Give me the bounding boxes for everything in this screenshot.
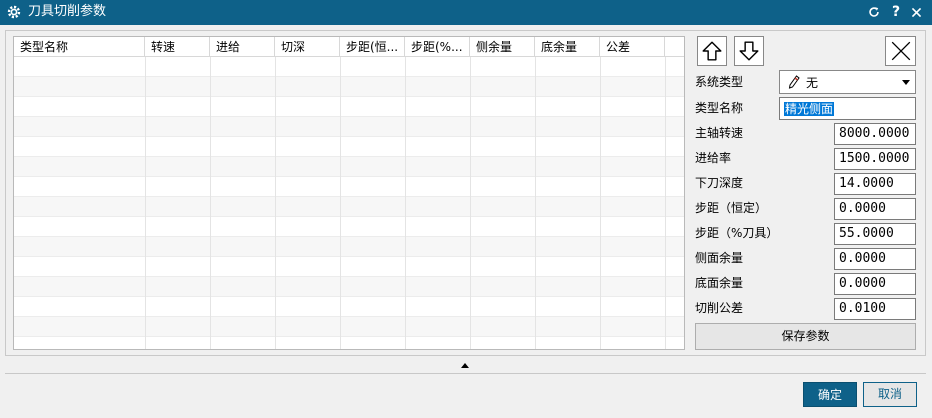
- column-divider: [600, 57, 601, 349]
- side-allowance-input[interactable]: 0.0000: [834, 248, 916, 270]
- system-type-select[interactable]: 无: [779, 70, 916, 94]
- delete-button[interactable]: [885, 36, 916, 66]
- table-row[interactable]: [14, 297, 684, 317]
- spindle-speed-label: 主轴转速: [695, 126, 744, 140]
- column-header[interactable]: 步距(恒...: [340, 37, 405, 57]
- cancel-button[interactable]: 取消: [863, 382, 917, 407]
- bottom-allowance-input[interactable]: 0.0000: [834, 273, 916, 295]
- column-divider: [405, 57, 406, 349]
- column-header[interactable]: 底余量: [535, 37, 600, 57]
- divider: [5, 373, 926, 374]
- table-row[interactable]: [14, 137, 684, 157]
- column-header[interactable]: 侧余量: [470, 37, 535, 57]
- table-header: 类型名称 转速 进给 切深 步距(恒... 步距(%... 侧余量 底余量 公差: [14, 37, 684, 57]
- window-title: 刀具切削参数: [28, 4, 107, 19]
- column-header[interactable]: 公差: [600, 37, 665, 57]
- system-type-value: 无: [806, 75, 819, 90]
- table-row[interactable]: [14, 177, 684, 197]
- table-row[interactable]: [14, 317, 684, 337]
- feed-rate-label: 进给率: [695, 151, 732, 165]
- arrow-down-icon: [739, 41, 759, 61]
- side-allowance-label: 侧面余量: [695, 251, 744, 265]
- column-divider: [210, 57, 211, 349]
- column-header[interactable]: 切深: [275, 37, 340, 57]
- help-icon[interactable]: ?: [888, 4, 904, 20]
- column-header[interactable]: 类型名称: [14, 37, 145, 57]
- stepover-constant-label: 步距（恒定）: [695, 201, 768, 215]
- table-row[interactable]: [14, 197, 684, 217]
- stepover-percent-label: 步距（%刀具）: [695, 226, 779, 240]
- cut-tolerance-label: 切削公差: [695, 301, 744, 315]
- type-name-value: 精光侧面: [784, 102, 835, 116]
- collapse-arrow-icon[interactable]: [461, 363, 469, 368]
- ok-button[interactable]: 确定: [803, 382, 857, 407]
- save-params-button[interactable]: 保存参数: [695, 323, 916, 350]
- params-table[interactable]: 类型名称 转速 进给 切深 步距(恒... 步距(%... 侧余量 底余量 公差: [13, 36, 685, 350]
- type-name-label: 类型名称: [695, 101, 744, 115]
- plunge-depth-input[interactable]: 14.0000: [834, 173, 916, 195]
- type-name-input[interactable]: 精光侧面: [779, 97, 916, 120]
- title-bar: 刀具切削参数 ?: [0, 0, 932, 25]
- column-divider: [665, 57, 666, 349]
- feed-rate-input[interactable]: 1500.0000: [834, 148, 916, 170]
- table-row[interactable]: [14, 217, 684, 237]
- stepover-percent-input[interactable]: 55.0000: [834, 223, 916, 245]
- table-row[interactable]: [14, 337, 684, 349]
- arrow-up-icon: [702, 41, 722, 61]
- column-divider: [535, 57, 536, 349]
- column-divider: [145, 57, 146, 349]
- table-row[interactable]: [14, 77, 684, 97]
- column-header[interactable]: 步距(%...: [405, 37, 470, 57]
- close-icon[interactable]: [908, 4, 924, 20]
- cut-tolerance-input[interactable]: 0.0100: [834, 298, 916, 320]
- bottom-allowance-label: 底面余量: [695, 276, 744, 290]
- table-row[interactable]: [14, 277, 684, 297]
- column-header[interactable]: 转速: [145, 37, 210, 57]
- table-row[interactable]: [14, 237, 684, 257]
- gear-icon: [7, 5, 21, 19]
- stepover-constant-input[interactable]: 0.0000: [834, 198, 916, 220]
- table-row[interactable]: [14, 117, 684, 137]
- column-header[interactable]: 进给: [210, 37, 275, 57]
- pencil-icon: [788, 75, 800, 89]
- spindle-speed-input[interactable]: 8000.0000: [834, 123, 916, 145]
- system-type-label: 系统类型: [695, 75, 744, 89]
- reset-icon[interactable]: [866, 4, 882, 20]
- column-divider: [275, 57, 276, 349]
- table-row[interactable]: [14, 257, 684, 277]
- chevron-down-icon[interactable]: [902, 80, 910, 85]
- move-up-button[interactable]: [697, 36, 727, 66]
- table-row[interactable]: [14, 157, 684, 177]
- move-down-button[interactable]: [734, 36, 764, 66]
- table-row[interactable]: [14, 57, 684, 77]
- table-row[interactable]: [14, 97, 684, 117]
- plunge-depth-label: 下刀深度: [695, 176, 744, 190]
- column-divider: [470, 57, 471, 349]
- close-icon: [891, 41, 910, 61]
- column-divider: [340, 57, 341, 349]
